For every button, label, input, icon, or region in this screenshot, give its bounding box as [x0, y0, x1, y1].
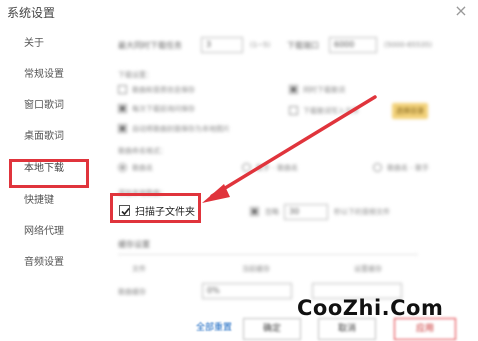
reset-all-link[interactable]: 全部重置	[196, 320, 232, 333]
cancel-button[interactable]: 取消	[318, 318, 376, 340]
ok-button[interactable]: 确定	[243, 318, 301, 340]
annotation-arrow-icon	[202, 95, 377, 203]
watermark-text: CooZhi.Com	[297, 296, 444, 320]
apply-button[interactable]: 应用	[394, 318, 456, 340]
